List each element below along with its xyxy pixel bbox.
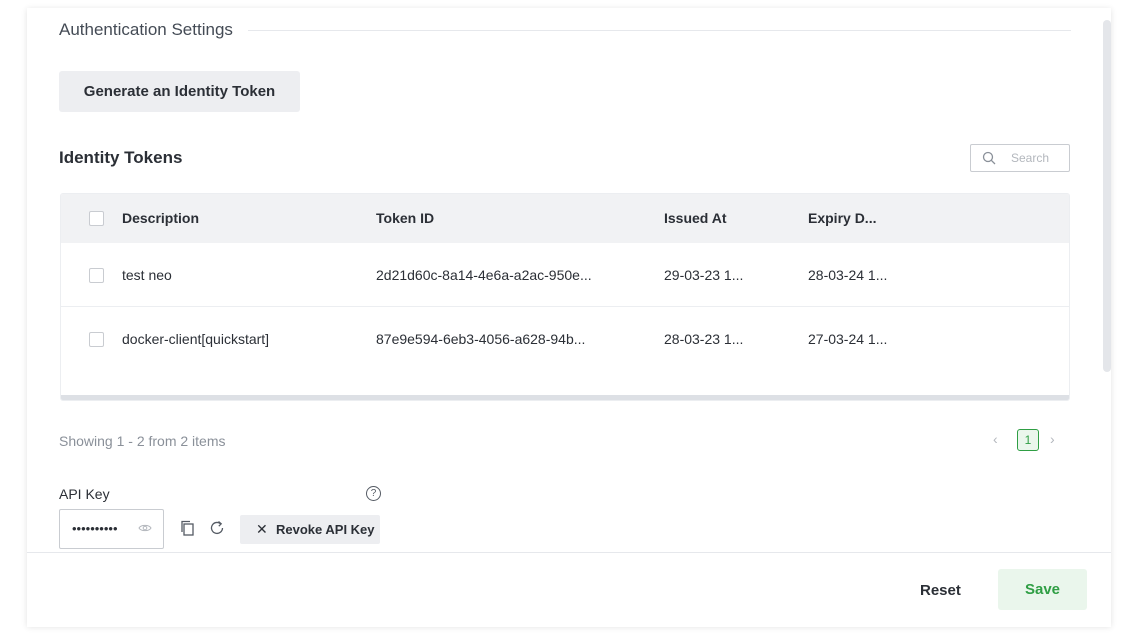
- api-key-label: API Key: [59, 486, 110, 502]
- column-header-description[interactable]: Description: [122, 210, 199, 226]
- table-header: Description Token ID Issued At Expiry D.…: [61, 194, 1069, 243]
- section-divider: [248, 30, 1071, 31]
- help-icon[interactable]: ?: [366, 486, 381, 501]
- api-key-value: ••••••••••: [72, 521, 118, 536]
- row-expiry: 27-03-24 1...: [808, 331, 888, 347]
- save-button[interactable]: Save: [998, 569, 1087, 610]
- row-token-id: 87e9e594-6eb3-4056-a628-94b...: [376, 331, 586, 347]
- column-header-expiry[interactable]: Expiry D...: [808, 210, 876, 226]
- column-header-token-id[interactable]: Token ID: [376, 210, 434, 226]
- pagination-page-button[interactable]: 1: [1017, 429, 1039, 451]
- revoke-label: Revoke API Key: [276, 522, 375, 537]
- row-issued-at: 29-03-23 1...: [664, 267, 744, 283]
- horizontal-scrollbar[interactable]: [61, 395, 1069, 400]
- api-key-field[interactable]: ••••••••••: [59, 509, 164, 549]
- row-token-id: 2d21d60c-8a14-4e6a-a2ac-950e...: [376, 267, 592, 283]
- eye-icon[interactable]: [138, 523, 152, 533]
- search-icon: [982, 151, 996, 165]
- pagination-next-icon[interactable]: ›: [1050, 431, 1064, 447]
- identity-tokens-title: Identity Tokens: [59, 148, 183, 167]
- vertical-scrollbar[interactable]: [1103, 20, 1111, 372]
- row-description: docker-client[quickstart]: [122, 331, 270, 347]
- reset-button[interactable]: Reset: [920, 580, 961, 600]
- row-checkbox[interactable]: [89, 268, 104, 283]
- row-expiry: 28-03-24 1...: [808, 267, 888, 283]
- generate-token-button[interactable]: Generate an Identity Token: [59, 71, 300, 112]
- copy-icon[interactable]: [180, 520, 195, 536]
- pagination-summary: Showing 1 - 2 from 2 items: [59, 433, 226, 449]
- revoke-api-key-button[interactable]: ✕ Revoke API Key: [240, 515, 380, 544]
- row-description: test neo: [122, 267, 172, 283]
- row-issued-at: 28-03-23 1...: [664, 331, 744, 347]
- tokens-table: Description Token ID Issued At Expiry D.…: [60, 193, 1070, 401]
- search-box[interactable]: [970, 144, 1070, 172]
- section-title: Authentication Settings: [59, 20, 233, 39]
- pagination-prev-icon[interactable]: ‹: [993, 431, 1007, 447]
- refresh-icon[interactable]: [209, 520, 225, 536]
- search-input[interactable]: [1011, 149, 1065, 167]
- table-row[interactable]: docker-client[quickstart] 87e9e594-6eb3-…: [61, 307, 1069, 370]
- column-header-issued-at[interactable]: Issued At: [664, 210, 727, 226]
- close-icon: ✕: [256, 521, 268, 537]
- select-all-checkbox[interactable]: [89, 211, 104, 226]
- row-checkbox[interactable]: [89, 332, 104, 347]
- table-row[interactable]: test neo 2d21d60c-8a14-4e6a-a2ac-950e...…: [61, 243, 1069, 307]
